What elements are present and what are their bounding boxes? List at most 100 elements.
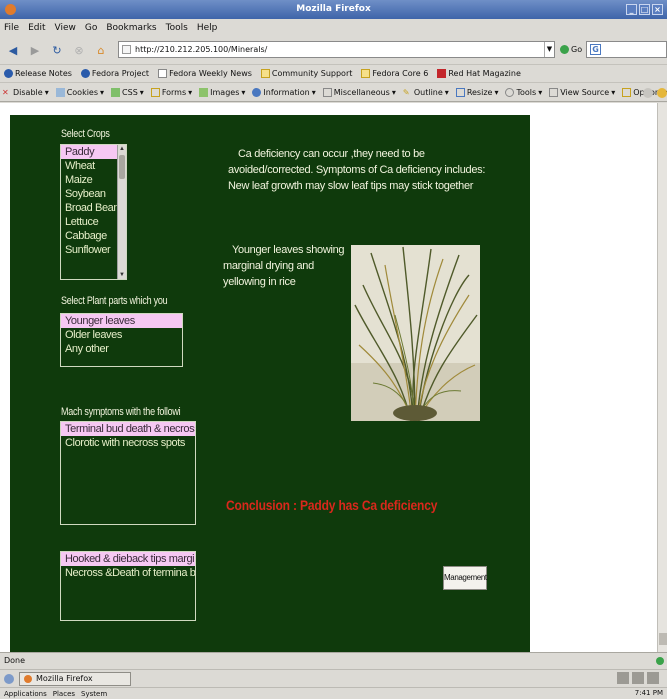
symptom-option[interactable]: Terminal bud death & necross bbox=[61, 422, 195, 436]
search-input[interactable]: G bbox=[586, 41, 667, 58]
dev-forms[interactable]: Forms ▾ bbox=[150, 87, 192, 97]
panel-places[interactable]: Places bbox=[53, 690, 75, 698]
home-icon[interactable]: ⌂ bbox=[92, 41, 110, 59]
dev-tools[interactable]: Tools ▾ bbox=[505, 87, 542, 97]
taskbar-window-button[interactable]: Mozilla Firefox bbox=[19, 671, 131, 686]
dev-outline[interactable]: ✎ Outline ▾ bbox=[403, 88, 449, 97]
status-text: Done bbox=[4, 656, 26, 665]
forward-icon[interactable]: ▶ bbox=[26, 41, 44, 59]
scroll-up-icon[interactable]: ▲ bbox=[118, 145, 126, 153]
workspace-icon[interactable] bbox=[632, 672, 644, 684]
tools-icon bbox=[505, 87, 515, 97]
page-viewport: Select Crops Paddy Wheat Maize Soybean B… bbox=[0, 103, 667, 652]
rice-plant-image bbox=[351, 245, 480, 421]
bookmark-item[interactable]: Fedora Weekly News bbox=[158, 69, 252, 78]
dev-images[interactable]: Images ▾ bbox=[199, 87, 245, 97]
workspace-switcher[interactable] bbox=[617, 672, 659, 684]
panel-clock[interactable]: 7:41 PM bbox=[635, 689, 663, 697]
disable-icon: ✕ bbox=[2, 87, 9, 97]
status-bar: Done bbox=[0, 652, 667, 669]
symptoms-label: Mach symptoms with the followi bbox=[61, 406, 181, 418]
workspace-icon[interactable] bbox=[617, 672, 629, 684]
css-icon bbox=[111, 87, 121, 97]
url-text: http://210.212.205.100/Minerals/ bbox=[135, 45, 268, 54]
search-engine-icon: G bbox=[590, 44, 601, 55]
close-icon[interactable]: × bbox=[652, 4, 663, 15]
stop-icon[interactable]: ⊗ bbox=[70, 41, 88, 59]
bookmarks-toolbar: Release Notes Fedora Project Fedora Week… bbox=[0, 64, 667, 82]
window-titlebar: Mozilla Firefox _ □ × bbox=[0, 0, 667, 19]
content-panel: Select Crops Paddy Wheat Maize Soybean B… bbox=[10, 115, 530, 652]
gnome-panel: Applications Places System 7:41 PM bbox=[0, 687, 667, 699]
outline-icon: ✎ bbox=[402, 87, 410, 97]
status-icon[interactable] bbox=[643, 88, 653, 98]
bookmark-item[interactable]: Red Hat Magazine bbox=[437, 69, 521, 78]
photo-caption: Younger leaves showing marginal drying a… bbox=[223, 244, 345, 288]
show-desktop-icon[interactable] bbox=[4, 673, 14, 684]
menu-bookmarks[interactable]: Bookmarks bbox=[106, 23, 156, 33]
symptom-option[interactable]: Clorotic with necross spots bbox=[61, 436, 195, 450]
warning-icon[interactable] bbox=[657, 88, 667, 98]
dev-resize[interactable]: Resize ▾ bbox=[455, 87, 498, 97]
bookmark-item[interactable]: Community Support bbox=[260, 69, 352, 78]
go-button[interactable]: Go bbox=[560, 41, 582, 58]
scroll-thumb[interactable] bbox=[119, 155, 125, 179]
workspace-icon[interactable] bbox=[647, 672, 659, 684]
menu-view[interactable]: View bbox=[55, 23, 76, 33]
panel-applications[interactable]: Applications bbox=[4, 690, 47, 698]
menu-edit[interactable]: Edit bbox=[28, 23, 45, 33]
menu-file[interactable]: File bbox=[4, 23, 19, 33]
management-button[interactable]: Management bbox=[443, 566, 487, 590]
page-scroll-thumb[interactable] bbox=[659, 633, 667, 645]
parts-label: Select Plant parts which you bbox=[61, 295, 168, 307]
menu-go[interactable]: Go bbox=[85, 23, 97, 33]
part-option[interactable]: Older leaves bbox=[61, 328, 182, 342]
images-icon bbox=[199, 87, 209, 97]
reload-icon[interactable]: ↻ bbox=[48, 41, 66, 59]
bookmark-item[interactable]: Fedora Project bbox=[80, 69, 149, 78]
dev-information[interactable]: Information ▾ bbox=[252, 87, 316, 97]
page-favicon bbox=[122, 45, 131, 54]
minimize-icon[interactable]: _ bbox=[626, 4, 637, 15]
page-icon bbox=[158, 69, 168, 78]
fedora-icon bbox=[80, 69, 90, 78]
view-source-icon bbox=[549, 87, 559, 97]
maximize-icon[interactable]: □ bbox=[639, 4, 650, 15]
url-input[interactable]: http://210.212.205.100/Minerals/ bbox=[118, 41, 555, 58]
redhat-icon bbox=[437, 69, 447, 78]
go-icon bbox=[560, 45, 569, 54]
page-scrollbar[interactable] bbox=[657, 103, 667, 652]
bookmark-item[interactable]: Fedora Core 6 bbox=[361, 69, 428, 78]
crops-listbox[interactable]: Paddy Wheat Maize Soybean Broad Bean Let… bbox=[60, 144, 127, 280]
scroll-down-icon[interactable]: ▼ bbox=[118, 271, 126, 279]
part-option[interactable]: Any other bbox=[61, 342, 182, 356]
window-title: Mozilla Firefox bbox=[296, 4, 371, 14]
go-label: Go bbox=[571, 45, 583, 54]
dev-css[interactable]: CSS ▾ bbox=[111, 87, 144, 97]
back-icon[interactable]: ◀ bbox=[4, 41, 22, 59]
bookmark-item[interactable]: Release Notes bbox=[4, 69, 72, 78]
symptom2-option[interactable]: Hooked & dieback tips margins bbox=[61, 552, 195, 566]
dev-view-source[interactable]: View Source ▾ bbox=[549, 87, 615, 97]
cookies-icon bbox=[55, 87, 65, 97]
dev-cookies[interactable]: Cookies ▾ bbox=[55, 87, 104, 97]
resize-icon bbox=[455, 87, 465, 97]
menu-help[interactable]: Help bbox=[197, 23, 218, 33]
crops-label: Select Crops bbox=[61, 128, 110, 140]
dev-disable[interactable]: ✕ Disable ▾ bbox=[2, 88, 49, 97]
miscellaneous-icon bbox=[322, 87, 332, 97]
deficiency-info: Ca deficiency can occur ,they need to be… bbox=[228, 148, 486, 192]
menu-tools[interactable]: Tools bbox=[166, 23, 188, 33]
information-icon bbox=[252, 87, 262, 97]
symptom2-option[interactable]: Necross &Death of termina bud bbox=[61, 566, 195, 580]
fedora-icon bbox=[4, 69, 13, 78]
panel-system[interactable]: System bbox=[81, 690, 107, 698]
crops-scrollbar[interactable]: ▲ ▼ bbox=[117, 145, 126, 279]
symptoms-listbox[interactable]: Terminal bud death & necross Clorotic wi… bbox=[60, 421, 196, 525]
parts-listbox[interactable]: Younger leaves Older leaves Any other bbox=[60, 313, 183, 367]
part-option[interactable]: Younger leaves bbox=[61, 314, 182, 328]
symptoms2-listbox[interactable]: Hooked & dieback tips margins Necross &D… bbox=[60, 551, 196, 621]
menu-bar: File Edit View Go Bookmarks Tools Help bbox=[0, 19, 667, 37]
url-dropdown-icon[interactable]: ▼ bbox=[544, 42, 554, 57]
dev-miscellaneous[interactable]: Miscellaneous ▾ bbox=[322, 87, 396, 97]
